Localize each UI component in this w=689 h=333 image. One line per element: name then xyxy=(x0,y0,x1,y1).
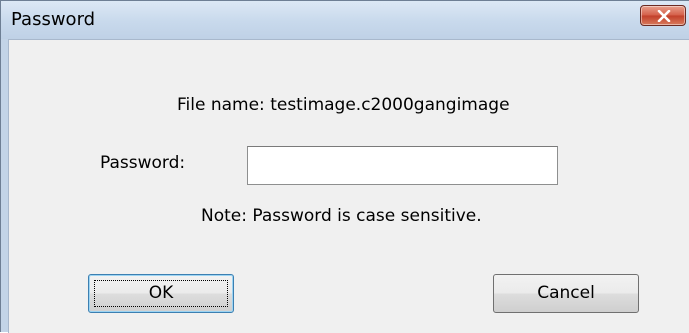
dialog-body: File name: testimage.c2000gangimage Pass… xyxy=(8,39,689,333)
file-name-text: File name: testimage.c2000gangimage xyxy=(177,95,510,115)
password-input[interactable] xyxy=(247,146,558,185)
close-button[interactable] xyxy=(640,5,686,26)
cancel-button[interactable]: Cancel xyxy=(493,274,639,313)
ok-button[interactable]: OK xyxy=(88,274,234,313)
case-sensitive-note: Note: Password is case sensitive. xyxy=(201,206,482,226)
ok-button-label: OK xyxy=(148,283,174,303)
title-bar[interactable]: Password xyxy=(1,1,689,39)
password-dialog: Password File name: testimage.c2000gangi… xyxy=(0,0,689,333)
close-icon xyxy=(657,10,671,22)
window-title: Password xyxy=(11,9,96,30)
password-label: Password: xyxy=(100,153,186,173)
